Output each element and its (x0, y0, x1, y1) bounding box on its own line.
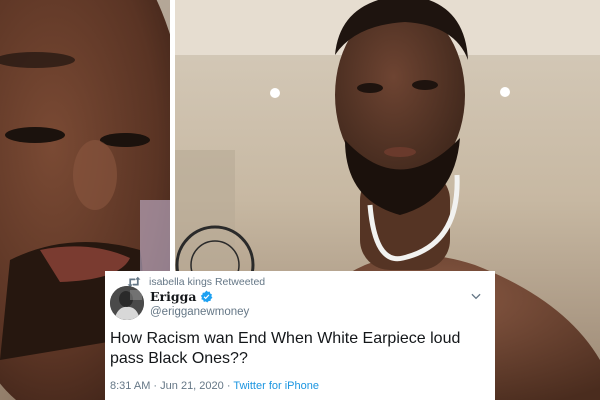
author-block[interactable]: Erigga @erigganewmoney (150, 289, 249, 318)
avatar-image (110, 286, 144, 320)
tweet-text: How Racism wan End When White Earpiece l… (110, 330, 461, 367)
chevron-down-icon[interactable] (469, 289, 483, 303)
display-name[interactable]: Erigga (150, 289, 196, 304)
avatar[interactable] (110, 286, 144, 320)
tweet-card[interactable]: isabella kings Retweeted Erigga @eriggan… (105, 271, 495, 400)
tweet-source-link[interactable]: Twitter for iPhone (233, 380, 319, 392)
tweet-meta: 8:31 AM · Jun 21, 2020 · Twitter for iPh… (110, 380, 319, 392)
retweet-context: isabella kings Retweeted (127, 275, 265, 289)
meta-separator: · (226, 380, 231, 392)
tweet-time[interactable]: 8:31 AM (110, 380, 150, 392)
verified-badge-icon (201, 290, 213, 303)
handle[interactable]: @erigganewmoney (150, 306, 249, 318)
retweeted-by-label[interactable]: isabella kings Retweeted (149, 276, 265, 288)
meta-separator: · (153, 380, 158, 392)
tweet-date[interactable]: Jun 21, 2020 (160, 380, 224, 392)
